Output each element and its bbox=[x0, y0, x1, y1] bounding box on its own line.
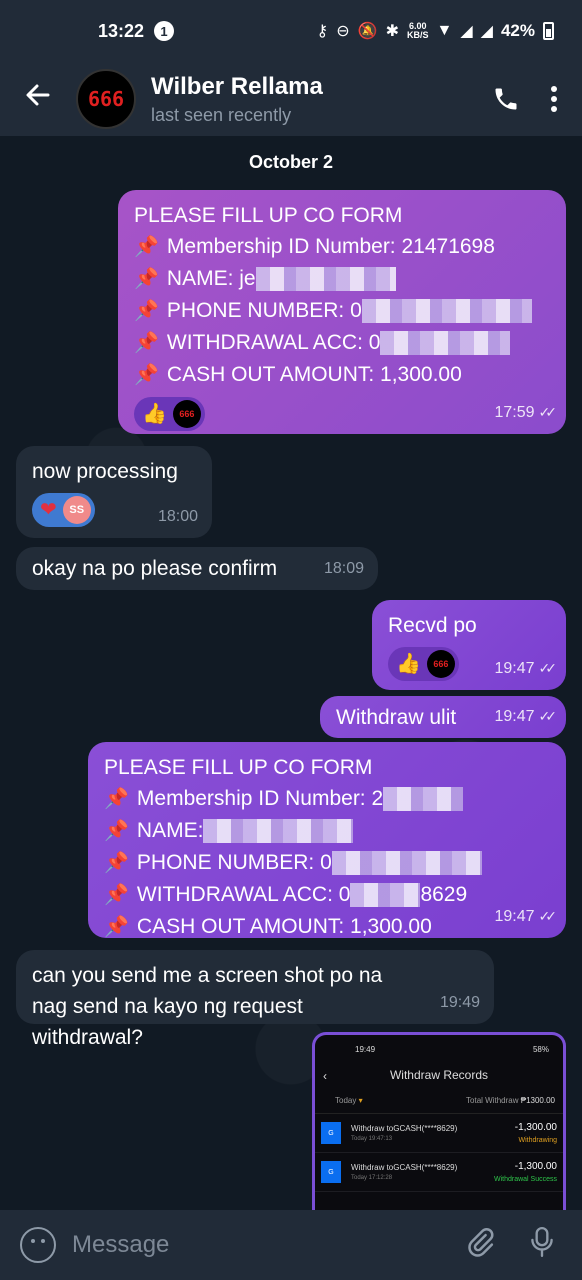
reaction-avatar: SS bbox=[62, 496, 91, 524]
message-composer bbox=[0, 1210, 582, 1280]
message-time: 18:09 bbox=[323, 560, 364, 577]
reaction-thumbs-up[interactable]: 👍 666 bbox=[134, 397, 205, 431]
message-text: Recvd po bbox=[388, 614, 477, 637]
message-time: 19:47 bbox=[494, 908, 535, 925]
message-outgoing[interactable]: Recvd po 👍 666 19:47 ✓✓ bbox=[372, 600, 566, 690]
message-time: 19:49 bbox=[439, 994, 480, 1011]
reaction-avatar: 666 bbox=[426, 650, 455, 678]
redacted-text bbox=[383, 787, 464, 812]
dnd-icon: ⊖ bbox=[336, 23, 350, 40]
avatar[interactable]: 666 bbox=[76, 69, 136, 129]
acc-suffix: 8629 bbox=[420, 883, 468, 906]
message-line: NAME: je bbox=[166, 267, 256, 290]
screenshot-status-bar: 19:49 58% bbox=[355, 1045, 549, 1054]
emoji-icon[interactable] bbox=[20, 1227, 56, 1263]
screenshot-filter-row: Today ▾ Total Withdraw ₱1300.00 bbox=[315, 1082, 563, 1114]
message-line: CASH OUT AMOUNT: 1,300.00 bbox=[166, 363, 462, 386]
heart-icon: ❤ bbox=[40, 498, 57, 521]
message-time: 19:47 bbox=[494, 708, 535, 725]
contact-name: Wilber Rellama bbox=[151, 72, 323, 100]
gcash-logo-icon: G bbox=[321, 1122, 341, 1144]
pushpin-icon: 📌 bbox=[104, 884, 129, 906]
screenshot-title: Withdraw Records bbox=[389, 1068, 489, 1082]
screenshot-back-icon: ‹ bbox=[323, 1069, 327, 1083]
chat-area[interactable]: October 2 PLEASE FILL UP CO FORM 📌 Member… bbox=[0, 136, 582, 1210]
message-line: WITHDRAWAL ACC: 0 bbox=[136, 883, 351, 906]
image-message-screenshot[interactable]: 19:49 58% ‹ Withdraw Records Today ▾ Tot… bbox=[312, 1032, 566, 1210]
net-speed: 6.00 KB/S bbox=[406, 21, 429, 40]
screenshot-record: G Withdraw toGCASH(****8629) Today 17:12… bbox=[315, 1153, 563, 1192]
message-line: PHONE NUMBER: 0 bbox=[136, 851, 332, 874]
message-input[interactable] bbox=[72, 1231, 438, 1259]
redacted-text bbox=[380, 331, 511, 356]
notification-count-badge: 1 bbox=[154, 21, 175, 41]
message-line: PHONE NUMBER: 0 bbox=[166, 299, 362, 322]
message-text: now processing bbox=[32, 460, 178, 483]
message-incoming[interactable]: now processing ❤ SS 18:00 bbox=[16, 446, 212, 538]
message-time: 18:00 bbox=[157, 508, 198, 525]
message-incoming[interactable]: can you send me a screen shot po na nag … bbox=[16, 950, 494, 1049]
message-line: CASH OUT AMOUNT: 1,300.00 bbox=[136, 915, 432, 938]
reaction-avatar: 666 bbox=[172, 400, 201, 428]
message-outgoing[interactable]: Withdraw ulit 19:47 ✓✓ bbox=[320, 696, 566, 738]
screenshot-record: G Withdraw toGCASH(****8629) Today 19:47… bbox=[315, 1114, 563, 1153]
reaction-heart[interactable]: ❤ SS bbox=[32, 493, 95, 527]
more-options-icon[interactable] bbox=[550, 85, 558, 113]
message-time: 17:59 bbox=[494, 404, 535, 421]
double-check-icon: ✓✓ bbox=[538, 404, 558, 420]
battery-percent: 42% bbox=[500, 21, 535, 40]
pushpin-icon: 📌 bbox=[134, 332, 159, 354]
pushpin-icon: 📌 bbox=[104, 852, 129, 874]
wifi-icon: ▼ bbox=[436, 22, 453, 39]
date-separator: October 2 bbox=[248, 152, 334, 172]
message-line: NAME: bbox=[136, 819, 204, 842]
reaction-thumbs-up[interactable]: 👍 666 bbox=[388, 647, 459, 681]
phone-icon[interactable] bbox=[492, 85, 520, 113]
pushpin-icon: 📌 bbox=[134, 236, 159, 258]
message-line: Membership ID Number: 2 bbox=[136, 787, 384, 810]
message-text: okay na po please confirm bbox=[32, 557, 278, 580]
message-line: Membership ID Number: 21471698 bbox=[166, 235, 495, 258]
redacted-text bbox=[203, 819, 354, 844]
microphone-icon[interactable] bbox=[522, 1226, 562, 1265]
battery-icon bbox=[543, 22, 554, 40]
redacted-text bbox=[350, 883, 421, 908]
pushpin-icon: 📌 bbox=[134, 268, 159, 290]
message-time: 19:47 bbox=[494, 660, 535, 677]
contact-status: last seen recently bbox=[151, 104, 292, 125]
message-line: WITHDRAWAL ACC: 0 bbox=[166, 331, 381, 354]
status-icons: ⚷ ⊖ 🔕 ✱ 6.00 KB/S ▼ ◢ ◢ 42% bbox=[317, 21, 554, 41]
redacted-text bbox=[361, 299, 532, 324]
message-outgoing[interactable]: PLEASE FILL UP CO FORM 📌 Membership ID Nu… bbox=[88, 742, 566, 938]
contact-info[interactable]: Wilber Rellama last seen recently bbox=[151, 73, 323, 126]
pushpin-icon: 📌 bbox=[104, 916, 129, 938]
message-line: PLEASE FILL UP CO FORM bbox=[104, 756, 373, 779]
back-arrow-icon[interactable] bbox=[0, 81, 76, 117]
signal-icon: ◢ bbox=[460, 23, 473, 40]
message-incoming[interactable]: okay na po please confirm 18:09 bbox=[16, 547, 378, 590]
message-outgoing[interactable]: PLEASE FILL UP CO FORM 📌 Membership ID Nu… bbox=[118, 190, 566, 434]
attachment-paperclip-icon[interactable] bbox=[460, 1227, 500, 1264]
pushpin-icon: 📌 bbox=[104, 788, 129, 810]
message-text: Withdraw ulit bbox=[336, 706, 457, 729]
signal-icon-2: ◢ bbox=[480, 23, 493, 40]
chat-header: 666 Wilber Rellama last seen recently bbox=[0, 62, 582, 136]
bluetooth-icon: ✱ bbox=[385, 23, 399, 40]
pushpin-icon: 📌 bbox=[104, 820, 129, 842]
pushpin-icon: 📌 bbox=[134, 300, 159, 322]
status-time: 13:22 bbox=[98, 20, 145, 41]
gcash-logo-icon: G bbox=[321, 1161, 341, 1183]
thumbs-up-icon: 👍 bbox=[142, 402, 167, 425]
redacted-text bbox=[331, 851, 482, 876]
double-check-icon: ✓✓ bbox=[538, 660, 558, 676]
mute-bell-icon: 🔕 bbox=[357, 23, 378, 40]
thumbs-up-icon: 👍 bbox=[396, 652, 421, 675]
status-bar: 13:22 1 ⚷ ⊖ 🔕 ✱ 6.00 KB/S ▼ ◢ ◢ 42% bbox=[0, 0, 582, 62]
key-icon: ⚷ bbox=[316, 23, 329, 40]
pushpin-icon: 📌 bbox=[134, 364, 159, 386]
message-line: PLEASE FILL UP CO FORM bbox=[134, 204, 403, 227]
redacted-text bbox=[255, 267, 396, 292]
double-check-icon: ✓✓ bbox=[538, 908, 558, 924]
double-check-icon: ✓✓ bbox=[538, 708, 558, 724]
